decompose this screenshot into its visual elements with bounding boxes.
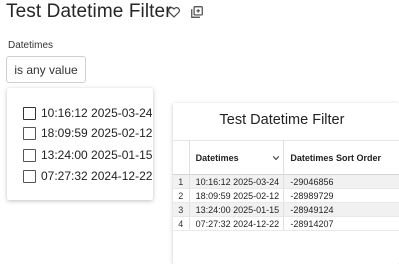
cell-sort-order: -28949124 — [283, 202, 399, 217]
checkbox[interactable] — [23, 148, 36, 162]
cell-datetime: 07:27:32 2024-12-22 — [189, 216, 285, 231]
page-title: Test Datetime Filter — [6, 1, 172, 22]
cell-sort-order: -29046856 — [283, 174, 399, 189]
cell-sort-order: -28914207 — [283, 216, 399, 231]
heart-icon[interactable] — [167, 5, 181, 19]
row-index: 1 — [173, 174, 190, 189]
filter-option-label: 10:16:12 2025-03-24 — [41, 106, 153, 120]
row-index: 3 — [173, 202, 190, 217]
checkbox[interactable] — [23, 169, 36, 183]
table-header-row: Datetimes Datetimes Sort Order — [173, 140, 399, 175]
data-table: Datetimes Datetimes Sort Order 1 10:16:1… — [173, 140, 399, 231]
dashboard-page: Test Datetime Filter Datetimes is any va… — [0, 0, 399, 264]
checkbox[interactable] — [23, 126, 36, 140]
column-header-sort-order[interactable]: Datetimes Sort Order — [283, 140, 399, 175]
table-row: 3 13:24:00 2025-01-15 -28949124 — [173, 202, 399, 217]
row-index: 4 — [173, 216, 190, 231]
cell-datetime: 10:16:12 2025-03-24 — [189, 174, 285, 189]
filter-option[interactable]: 10:16:12 2025-03-24 — [23, 106, 152, 120]
column-header-datetimes[interactable]: Datetimes — [188, 140, 285, 175]
filter-option-label: 07:27:32 2024-12-22 — [41, 169, 153, 183]
table-chart-tile: Test Datetime Filter Datetimes Datetimes… — [173, 103, 399, 264]
cell-datetime: 18:09:59 2025-02-12 — [189, 188, 285, 203]
column-header-label: Datetimes Sort Order — [290, 152, 381, 163]
filter-options-dropdown: 10:16:12 2025-03-24 18:09:59 2025-02-12 … — [7, 88, 153, 200]
table-row: 2 18:09:59 2025-02-12 -28989729 — [173, 188, 399, 203]
table-row: 4 07:27:32 2024-12-22 -28914207 — [173, 216, 399, 231]
row-index: 2 — [173, 188, 190, 203]
filter-option[interactable]: 13:24:00 2025-01-15 — [23, 148, 152, 162]
cell-datetime: 13:24:00 2025-01-15 — [189, 202, 285, 217]
filter-option[interactable]: 07:27:32 2024-12-22 — [23, 169, 152, 183]
checkbox[interactable] — [23, 106, 36, 120]
filter-label: Datetimes — [8, 40, 54, 51]
cell-sort-order: -28989729 — [283, 188, 399, 203]
chart-title: Test Datetime Filter — [219, 112, 345, 128]
filter-option[interactable]: 18:09:59 2025-02-12 — [23, 126, 152, 140]
filter-option-label: 18:09:59 2025-02-12 — [41, 126, 153, 140]
table-row: 1 10:16:12 2025-03-24 -29046856 — [173, 174, 399, 189]
column-header-label: Datetimes — [195, 152, 239, 163]
filter-dropdown-button[interactable]: is any value — [6, 56, 86, 83]
index-header — [173, 140, 190, 175]
filter-option-label: 13:24:00 2025-01-15 — [41, 148, 153, 162]
copy-icon[interactable] — [190, 5, 204, 19]
chevron-down-icon[interactable] — [272, 154, 280, 162]
